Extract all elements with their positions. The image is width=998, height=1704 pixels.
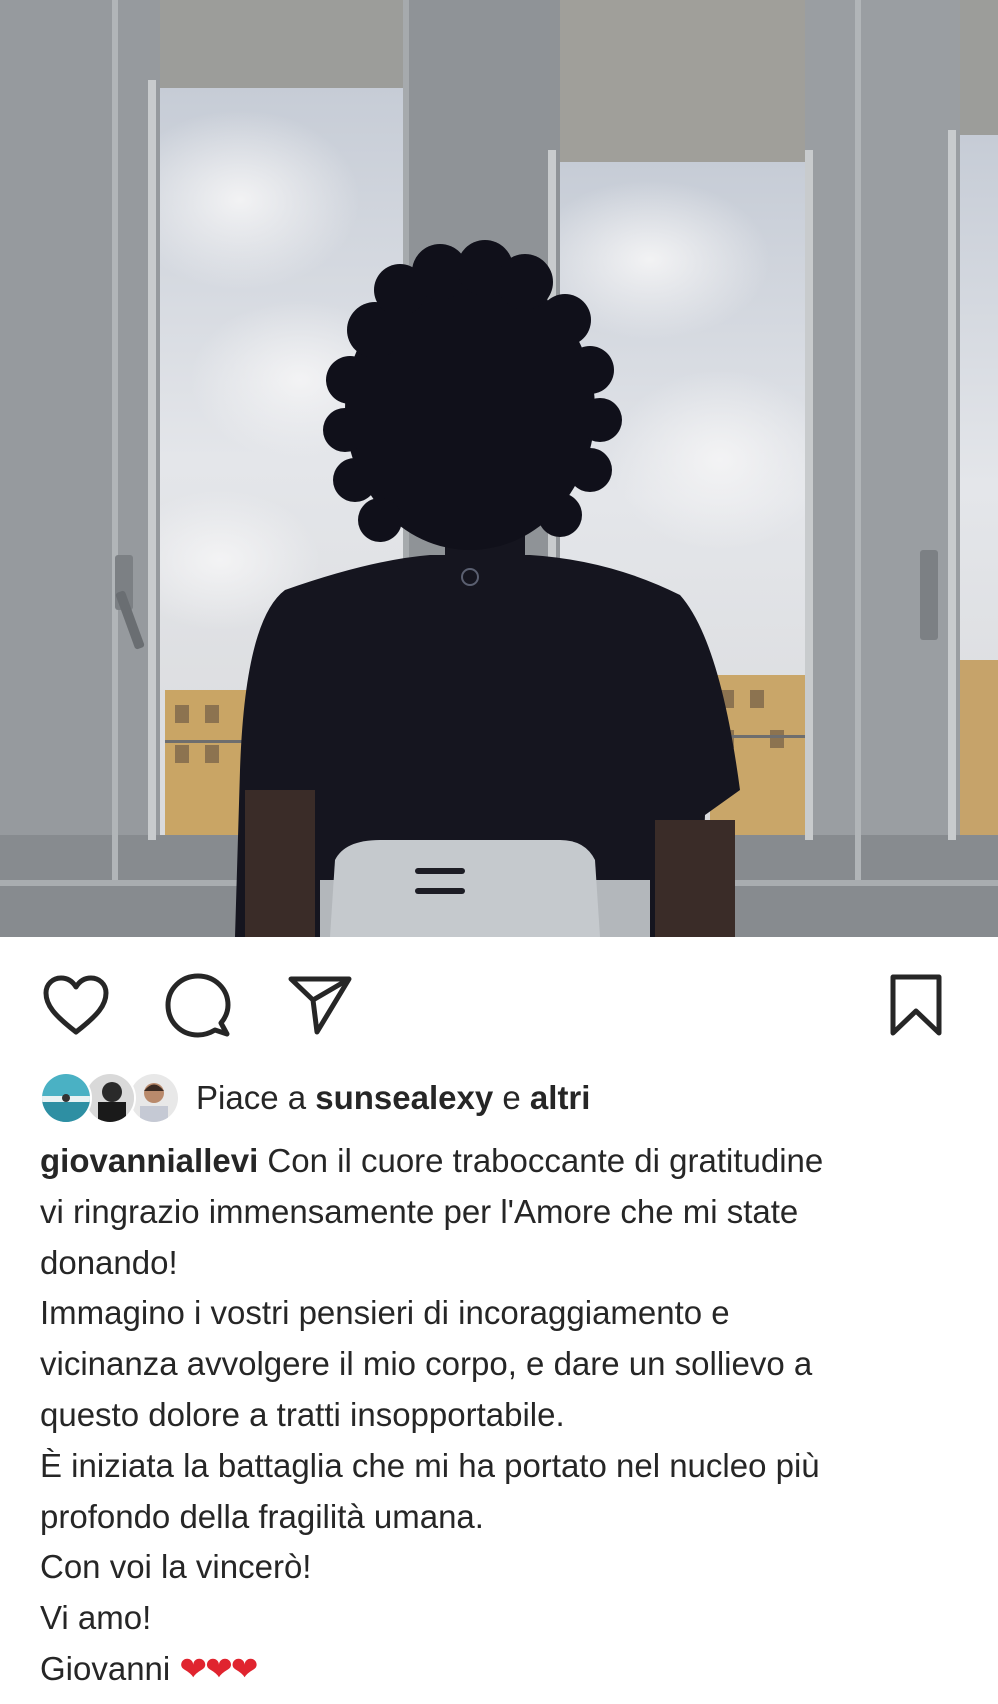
bookmark-outline-icon: [888, 973, 944, 1037]
likes-row[interactable]: Piace a sunsealexy e altri: [40, 1072, 590, 1124]
share-button[interactable]: [282, 967, 358, 1043]
liker-username[interactable]: sunsealexy: [315, 1079, 493, 1116]
caption-line: donando!: [40, 1243, 178, 1281]
caption-username[interactable]: giovanniallevi: [40, 1142, 258, 1179]
like-button[interactable]: [38, 967, 114, 1043]
likes-text: Piace a sunsealexy e altri: [196, 1079, 590, 1117]
photo-illustration: [0, 0, 998, 937]
likes-prefix: Piace a: [196, 1079, 307, 1116]
caption-line: giovanniallevi Con il cuore traboccante …: [40, 1136, 970, 1187]
caption-line: Immagino i vostri pensieri di incoraggia…: [40, 1294, 730, 1332]
likes-others-link[interactable]: altri: [530, 1079, 591, 1116]
caption-line: Con voi la vincerò!: [40, 1548, 312, 1586]
paper-plane-icon: [287, 974, 353, 1036]
post-caption: giovanniallevi Con il cuore traboccante …: [40, 1136, 970, 1695]
liker-avatars: [40, 1072, 180, 1124]
heart-outline-icon: [42, 974, 110, 1036]
caption-line: profondo della fragilità umana.: [40, 1497, 484, 1535]
comment-bubble-icon: [165, 972, 231, 1038]
save-button[interactable]: [878, 967, 954, 1043]
caption-line: questo dolore a tratti insopportabile.: [40, 1395, 565, 1433]
caption-line: vicinanza avvolgere il mio corpo, e dare…: [40, 1345, 813, 1383]
comment-button[interactable]: [160, 967, 236, 1043]
likes-conjunction: e: [502, 1079, 521, 1116]
post-action-bar: [0, 937, 998, 1072]
heart-emojis: ❤❤❤: [179, 1649, 258, 1687]
caption-signature-line: Giovanni ❤❤❤: [40, 1644, 970, 1695]
caption-line: Vi amo!: [40, 1599, 152, 1637]
post-photo[interactable]: [0, 0, 998, 937]
caption-line: È iniziata la battaglia che mi ha portat…: [40, 1446, 820, 1484]
caption-line: vi ringrazio immensamente per l'Amore ch…: [40, 1192, 799, 1230]
avatar: [40, 1072, 92, 1124]
caption-text: Con il cuore traboccante di gratitudine: [267, 1142, 824, 1179]
caption-signature: Giovanni: [40, 1649, 171, 1687]
